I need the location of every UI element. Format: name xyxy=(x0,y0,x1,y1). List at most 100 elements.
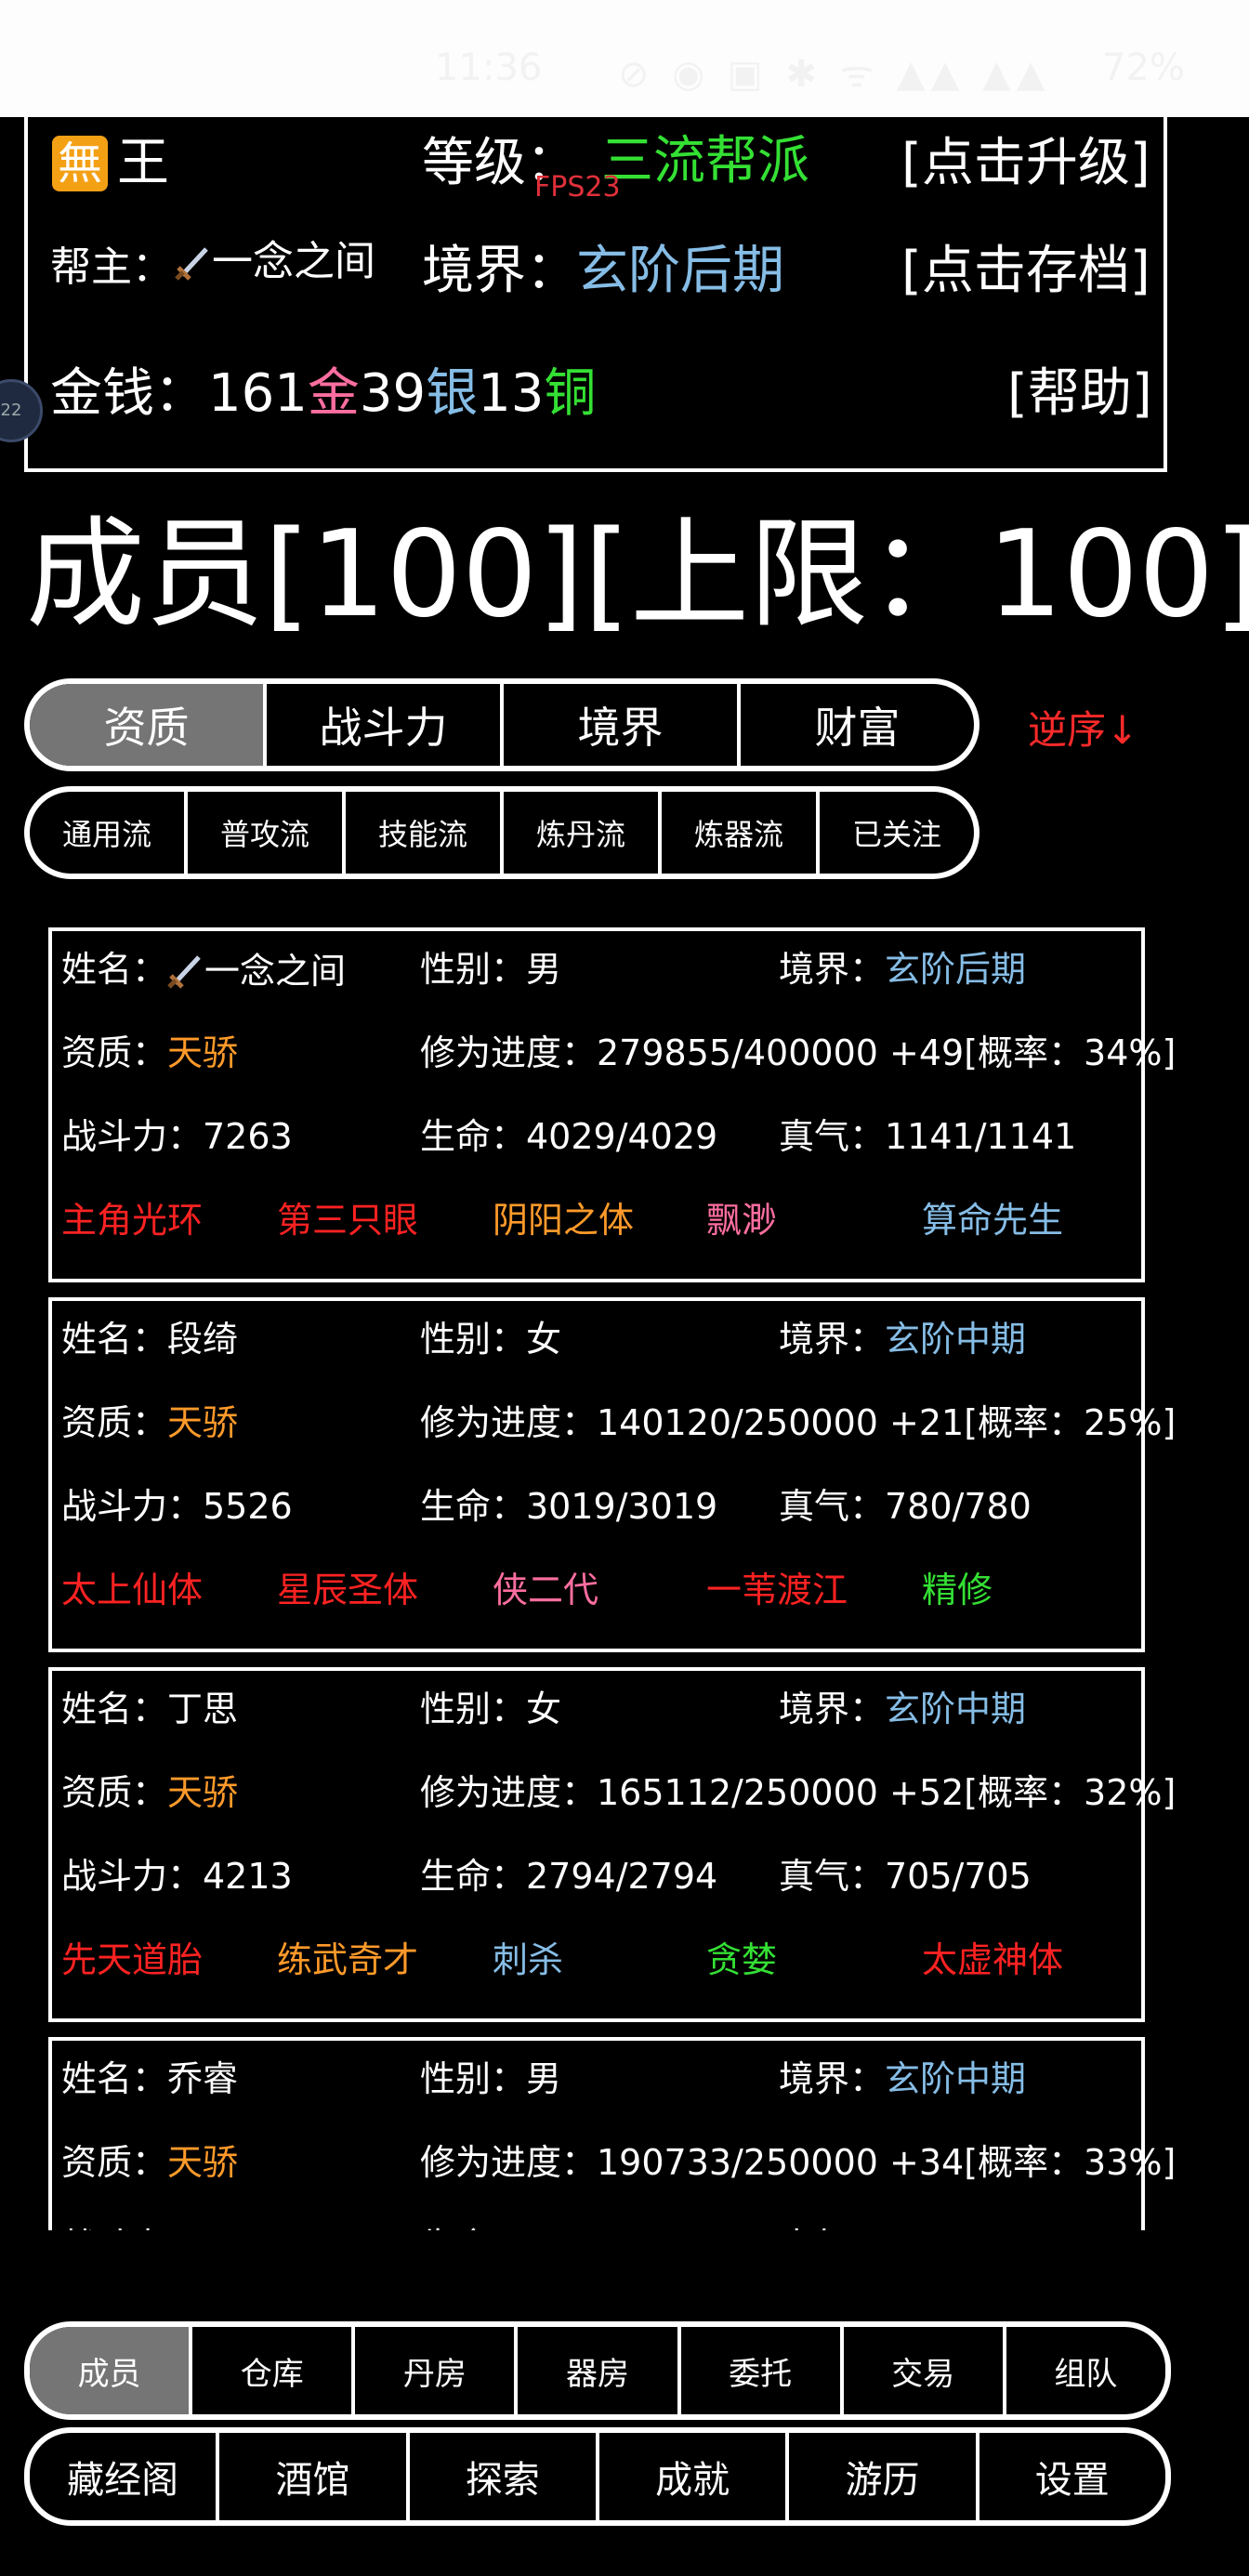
member-hp: 3019/3019 xyxy=(526,1486,718,1527)
member-gender: 男 xyxy=(526,2058,562,2099)
qi-label: 真气： xyxy=(779,1486,886,1527)
member-qi: 780/780 xyxy=(885,1486,1032,1527)
members-title: 成员[100][上限：100] xyxy=(26,506,1249,644)
hp-label: 生命： xyxy=(420,1116,527,1157)
name-label: 姓名： xyxy=(61,1689,168,1729)
filter-general[interactable]: 通用流 xyxy=(30,792,184,874)
gold-amount: 161 xyxy=(208,363,308,424)
member-trait: 主角光环 xyxy=(61,1200,204,1241)
member-name-text: 乔睿 xyxy=(167,2058,239,2099)
sort-tabs: 资质 战斗力 境界 财富 xyxy=(24,678,979,771)
realm-label: 境界： xyxy=(779,1689,886,1729)
filter-forging[interactable]: 炼器流 xyxy=(658,792,816,874)
member-trait: 太虚神体 xyxy=(922,1939,1064,1980)
leader-label: 帮主： xyxy=(50,243,173,291)
nav-commission[interactable]: 委托 xyxy=(677,2327,840,2414)
nav-travel[interactable]: 游历 xyxy=(785,2433,975,2520)
member-hp: 2794/2794 xyxy=(526,1856,718,1897)
member-name: 丁思 xyxy=(167,1691,238,1727)
nav-tavern[interactable]: 酒馆 xyxy=(216,2433,405,2520)
qi-label: 真气： xyxy=(779,1856,886,1897)
member-power: 4213 xyxy=(203,1856,293,1897)
realm-label: 境界： xyxy=(779,1319,886,1360)
save-button[interactable]: [点击存档] xyxy=(901,245,1150,297)
aptitude-label: 资质： xyxy=(61,2142,168,2183)
progress-label: 修为进度： xyxy=(420,1032,598,1073)
filter-alchemy[interactable]: 炼丹流 xyxy=(500,792,658,874)
nav-trade[interactable]: 交易 xyxy=(839,2327,1003,2414)
bottom-nav-primary: 成员 仓库 丹房 器房 委托 交易 组队 xyxy=(24,2321,1171,2420)
member-trait: 贪婪 xyxy=(706,1939,778,1980)
member-name-text: 丁思 xyxy=(167,1689,239,1729)
member-progress: 190733/250000 +34[概率：33%] xyxy=(597,2142,1177,2183)
power-label: 战斗力： xyxy=(61,1486,204,1527)
filter-skill[interactable]: 技能流 xyxy=(342,792,500,874)
realm-label: 境界： xyxy=(779,2058,886,2099)
member-trait: 先天道胎 xyxy=(61,1939,204,1980)
tab-aptitude[interactable]: 资质 xyxy=(30,684,263,766)
nav-forge-room[interactable]: 器房 xyxy=(514,2327,677,2414)
hp-label: 生命： xyxy=(420,2228,526,2230)
member-trait: 第三只眼 xyxy=(277,1200,419,1241)
upgrade-button[interactable]: [点击升级] xyxy=(901,138,1150,190)
realm-label: 境界： xyxy=(422,241,578,301)
tab-combat-power[interactable]: 战斗力 xyxy=(263,684,500,766)
member-trait: 阴阳之体 xyxy=(493,1200,635,1241)
member-card[interactable]: 姓名： 一念之间 性别：男 境界： 玄阶后期 资质： 天骄 修为进度： 279855/40000… xyxy=(48,927,1176,1282)
member-power: 7263 xyxy=(203,1116,293,1157)
member-trait: 算命先生 xyxy=(922,1200,1064,1241)
member-name: 一念之间 xyxy=(167,952,346,989)
nav-scripture-pavilion[interactable]: 藏经阁 xyxy=(30,2433,216,2520)
tab-realm[interactable]: 境界 xyxy=(500,684,737,766)
filter-normal-attack[interactable]: 普攻流 xyxy=(184,792,342,874)
progress-label: 修为进度： xyxy=(420,1772,598,1813)
nav-team[interactable]: 组队 xyxy=(1002,2327,1165,2414)
member-realm: 玄阶中期 xyxy=(885,2058,1027,2099)
nav-settings[interactable]: 设置 xyxy=(975,2433,1165,2520)
hp-label: 生命： xyxy=(420,1856,527,1897)
sword-icon xyxy=(175,247,208,281)
name-label: 姓名： xyxy=(61,949,168,990)
member-card[interactable]: 姓名： 乔睿 性别：男 境界： 玄阶中期 资质： 天骄 修为进度： 190733/250000 … xyxy=(48,2037,1176,2230)
tab-wealth[interactable]: 财富 xyxy=(737,684,974,766)
member-name: 段绮 xyxy=(167,1321,238,1357)
member-progress: 165112/250000 +52[概率：32%] xyxy=(597,1772,1177,1813)
nav-warehouse[interactable]: 仓库 xyxy=(189,2327,351,2414)
member-trait: 飘渺 xyxy=(706,1200,778,1241)
filter-followed[interactable]: 已关注 xyxy=(816,792,974,874)
member-qi: 1015/1015 xyxy=(885,2228,1076,2230)
gender-label: 性别： xyxy=(420,949,527,990)
member-gender: 男 xyxy=(526,949,562,990)
fps-counter: FPS23 xyxy=(534,171,621,204)
gender-label: 性别： xyxy=(420,1689,527,1729)
realm-value: 玄阶后期 xyxy=(576,241,784,301)
help-button[interactable]: [帮助] xyxy=(1007,368,1152,420)
battery-level: 72% xyxy=(1102,46,1185,89)
member-card[interactable]: 姓名： 丁思 性别：女 境界： 玄阶中期 资质： 天骄 修为进度： 165112/250000 … xyxy=(48,1667,1176,2022)
filter-tabs: 通用流 普攻流 技能流 炼丹流 炼器流 已关注 xyxy=(24,786,979,879)
money-label: 金钱： xyxy=(50,363,206,424)
member-qi: 1141/1141 xyxy=(885,1116,1077,1157)
member-trait: 一苇渡江 xyxy=(706,1570,848,1610)
nav-achievements[interactable]: 成就 xyxy=(595,2433,785,2520)
nav-members[interactable]: 成员 xyxy=(30,2327,190,2414)
copper-amount: 13 xyxy=(478,363,545,424)
member-list[interactable]: 姓名： 一念之间 性别：男境界： 玄阶后期 资质： 天骄 修为进度： 279855/40000… xyxy=(0,920,1249,2230)
member-realm: 玄阶后期 xyxy=(885,949,1027,990)
member-aptitude: 天骄 xyxy=(167,1032,239,1073)
gold-unit: 金 xyxy=(307,363,360,424)
member-aptitude: 天骄 xyxy=(167,1772,239,1813)
sort-order-toggle[interactable]: 逆序↓ xyxy=(1028,699,1138,756)
member-name-text: 一念之间 xyxy=(204,951,347,992)
member-gender: 女 xyxy=(526,1689,562,1729)
name-label: 姓名： xyxy=(61,2058,168,2099)
member-trait: 精修 xyxy=(922,1570,993,1610)
member-gender: 女 xyxy=(526,1319,562,1360)
nav-alchemy-room[interactable]: 丹房 xyxy=(351,2327,514,2414)
power-label: 战斗力： xyxy=(61,1116,204,1157)
sect-name: 王 xyxy=(117,133,169,193)
member-card[interactable]: 姓名： 段绮 性别：女 境界： 玄阶中期 资质： 天骄 修为进度： 140120/250000 … xyxy=(48,1297,1176,1652)
nav-explore[interactable]: 探索 xyxy=(405,2433,596,2520)
gender-label: 性别： xyxy=(420,2058,527,2099)
name-label: 姓名： xyxy=(61,1319,168,1360)
